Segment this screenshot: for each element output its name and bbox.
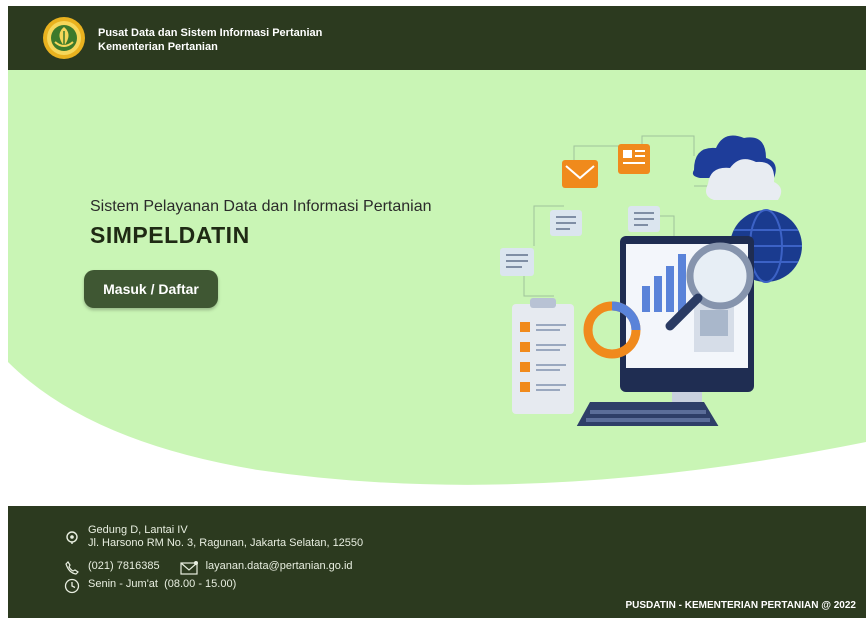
clock-icon [64,578,80,594]
footer-address: Gedung D, Lantai IV Jl. Harsono RM No. 3… [64,524,363,550]
login-register-button[interactable]: Masuk / Daftar [84,270,218,308]
address-line-2: Jl. Harsono RM No. 3, Ragunan, Jakarta S… [88,537,364,549]
top-header: Pusat Data dan Sistem Informasi Pertania… [8,6,866,70]
hero-section: Sistem Pelayanan Data dan Informasi Pert… [8,70,866,506]
footer-contacts: (021) 7816385 layanan.data@pertanian.go.… [64,560,353,576]
location-pin-icon [66,531,78,544]
kementan-logo-icon [43,17,85,59]
copyright-text: PUSDATIN - KEMENTERIAN PERTANIAN @ 2022 [625,600,856,611]
office-hours: Senin - Jum'at (08.00 - 15.00) [88,578,237,590]
email-address[interactable]: layanan.data@pertanian.go.id [206,560,353,573]
page-footer: Gedung D, Lantai IV Jl. Harsono RM No. 3… [8,506,866,618]
address-line-1: Gedung D, Lantai IV [88,524,188,536]
app-title: SIMPELDATIN [90,222,250,248]
org-line-2: Kementerian Pertanian [98,41,218,53]
footer-hours: Senin - Jum'at (08.00 - 15.00) [64,578,236,594]
email-icon [179,561,198,575]
phone-icon [65,561,79,575]
org-line-1: Pusat Data dan Sistem Informasi Pertania… [98,27,323,39]
system-tagline: Sistem Pelayanan Data dan Informasi Pert… [90,198,432,215]
page-frame: Pusat Data dan Sistem Informasi Pertania… [8,6,866,618]
organization-name: Pusat Data dan Sistem Informasi Pertania… [98,26,322,54]
phone-number: (021) 7816385 [88,560,160,572]
data-analytics-illustration-icon [500,135,802,426]
